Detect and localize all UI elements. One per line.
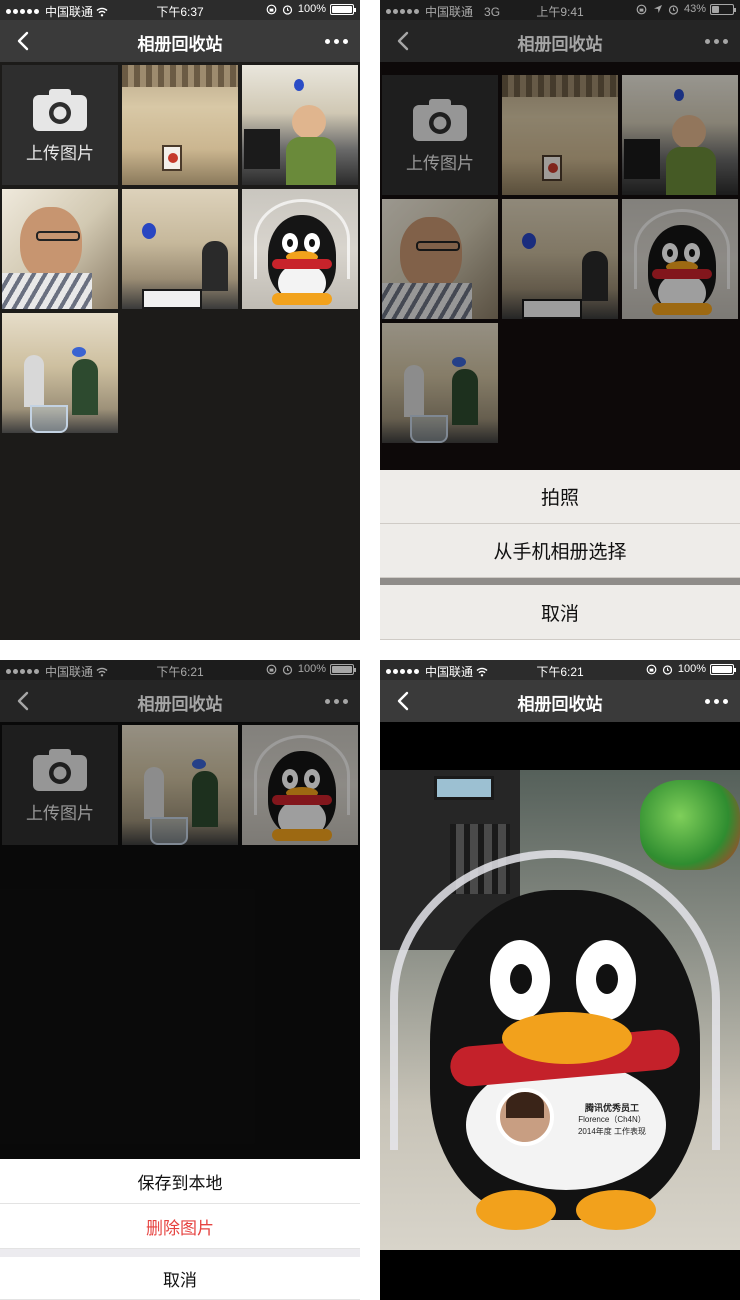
upload-photo-button[interactable]: 上传图片 [2,65,118,185]
badge-name: Florence（Ch4N） [578,1115,646,1124]
delete-image-button[interactable]: 删除图片 [0,1204,360,1249]
penguin-eye [490,940,550,1020]
upload-label: 上传图片 [26,143,94,163]
photo-thumbnail[interactable] [2,189,118,309]
battery-level [712,665,732,673]
badge-text: 腾讯优秀员工 Florence（Ch4N） 2014年度 工作表现 [572,1102,652,1138]
photo-grid: 上传图片 [2,65,358,433]
camera-icon [33,88,87,131]
badge-sub: 2014年度 工作表现 [577,1127,647,1136]
battery-icon [710,663,736,675]
nav-bar: 相册回收站 [0,20,360,62]
screen-image-action-sheet: 中国联通 下午6:21 100% 相册回收站 上传图片 保存到本地 删除图片 取… [0,660,360,1300]
sheet-divider [0,1249,360,1257]
photo-thumbnail[interactable] [122,189,238,309]
page-title: 相册回收站 [517,695,603,714]
screen-upload-action-sheet: 中国联通 3G 上午9:41 43% 相册回收站 上传图片 拍照 从手机相册选择… [380,0,740,640]
more-icon[interactable] [705,699,728,704]
badge-portrait [496,1088,554,1146]
screen-album-recycle-bin: 中国联通 下午6:37 100% 相册回收站 上传图片 [0,0,360,640]
lock-rotation-icon [266,3,278,15]
cancel-button[interactable]: 取消 [380,585,740,640]
nav-bar: 相册回收站 [380,680,740,722]
battery-level [332,5,352,13]
action-sheet: 拍照 从手机相册选择 取消 [380,470,740,640]
alarm-icon [282,3,294,15]
photo-thumbnail[interactable] [242,65,358,185]
battery-icon [330,3,356,15]
penguin-foot [476,1190,556,1230]
photo-thumbnail[interactable] [2,313,118,433]
action-sheet: 保存到本地 删除图片 取消 [0,1159,360,1300]
cancel-button[interactable]: 取消 [0,1257,360,1300]
page-title: 相册回收站 [137,35,223,54]
image-preview[interactable]: 腾讯优秀员工 Florence（Ch4N） 2014年度 工作表现 [380,770,740,1250]
sheet-divider [380,578,740,585]
plush-toy [640,780,740,870]
save-to-local-button[interactable]: 保存到本地 [0,1159,360,1204]
badge-title: 腾讯优秀员工 [584,1103,639,1113]
penguin-foot [576,1190,656,1230]
alarm-icon [662,663,674,675]
photo-thumbnail[interactable] [122,65,238,185]
status-bar: 中国联通 下午6:37 100% [0,0,360,20]
more-icon[interactable] [325,39,348,44]
penguin-eye [576,940,636,1020]
battery-percent: 100% [297,3,326,15]
photo-thumbnail[interactable] [242,189,358,309]
lock-rotation-icon [646,663,658,675]
screen-image-preview: 中国联通 下午6:21 100% 相册回收站 腾讯优秀员工 Florence（C… [380,660,740,1300]
take-photo-button[interactable]: 拍照 [380,470,740,524]
choose-from-album-button[interactable]: 从手机相册选择 [380,524,740,578]
penguin-beak [502,1012,632,1064]
battery-percent: 100% [677,663,706,675]
status-bar: 中国联通 下午6:21 100% [380,660,740,680]
